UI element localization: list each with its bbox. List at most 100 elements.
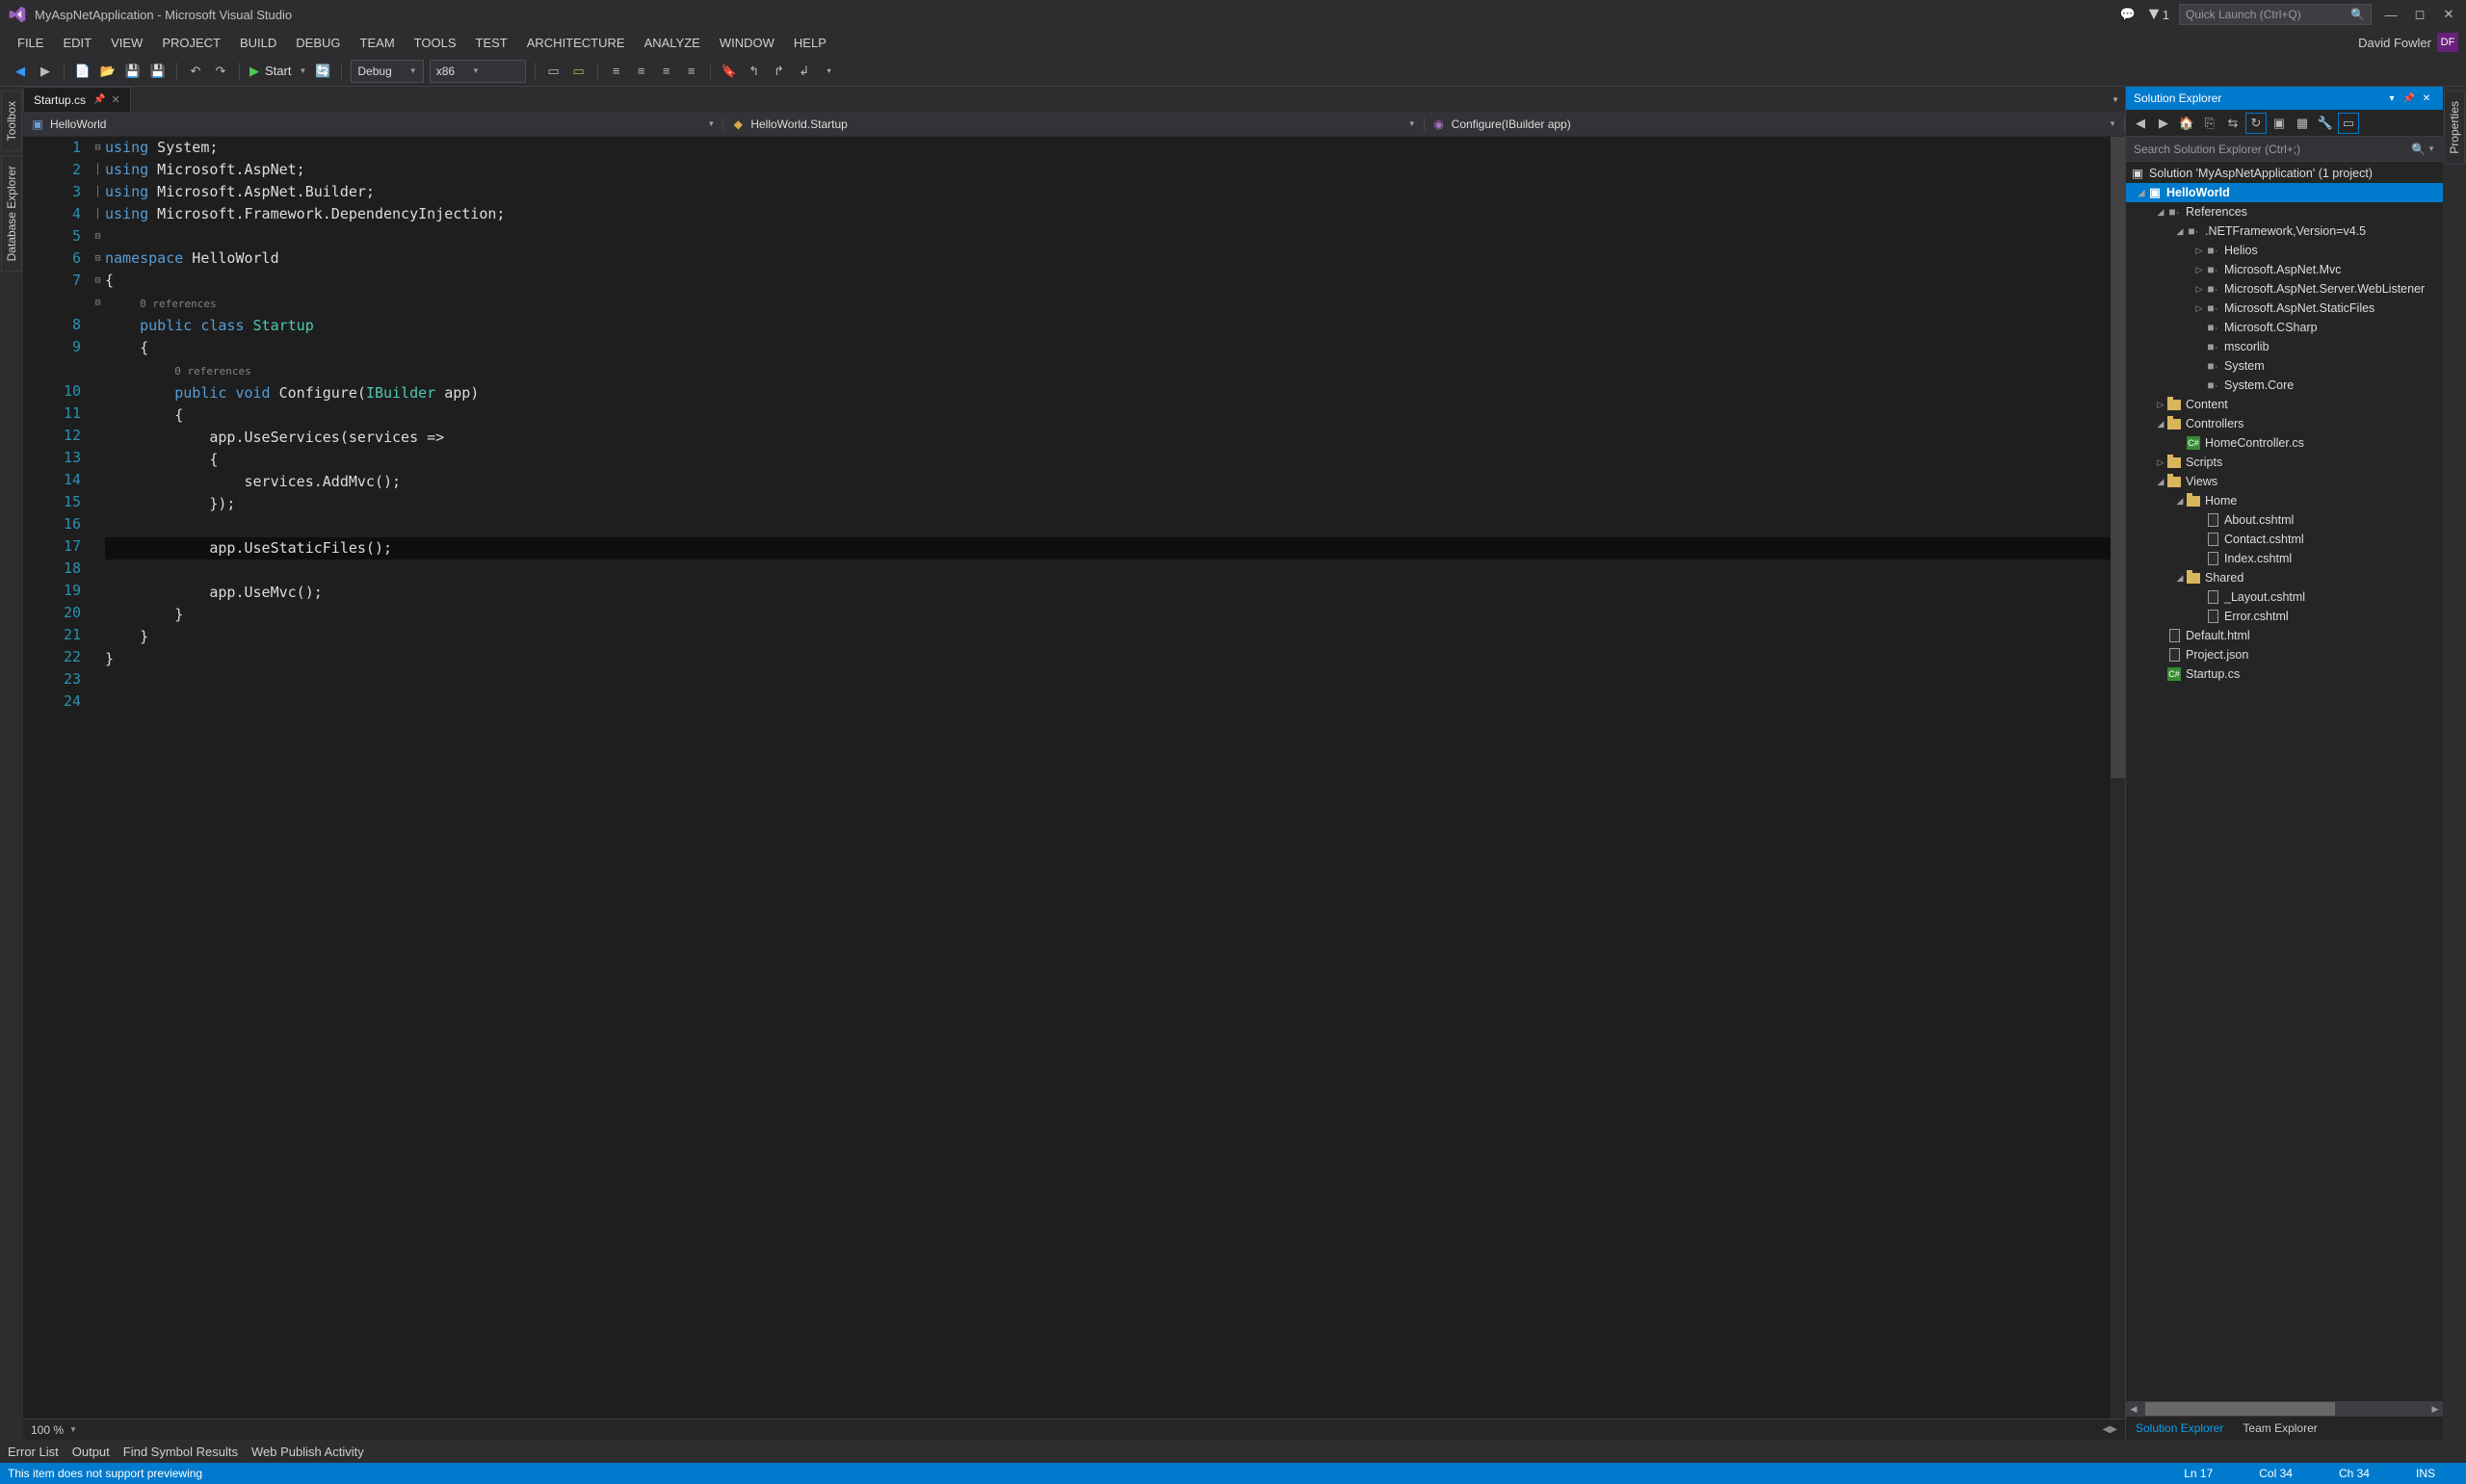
menu-file[interactable]: FILE — [8, 36, 53, 50]
tree-file-default[interactable]: Default.html — [2126, 626, 2443, 645]
menu-edit[interactable]: EDIT — [53, 36, 101, 50]
tab-web-publish[interactable]: Web Publish Activity — [251, 1445, 364, 1459]
tree-solution[interactable]: ▣Solution 'MyAspNetApplication' (1 proje… — [2126, 164, 2443, 183]
se-home-button[interactable]: 🏠 — [2176, 113, 2197, 134]
menu-project[interactable]: PROJECT — [152, 36, 230, 50]
tree-file[interactable]: Error.cshtml — [2126, 607, 2443, 626]
tree-file-startup[interactable]: C#Startup.cs — [2126, 664, 2443, 684]
tree-project[interactable]: ◢▣HelloWorld — [2126, 183, 2443, 202]
panel-menu-icon[interactable]: ▾ — [2383, 93, 2400, 104]
se-showall-button[interactable]: ▦ — [2292, 113, 2313, 134]
close-button[interactable]: ✕ — [2439, 5, 2458, 24]
pin-icon[interactable]: 📌 — [93, 94, 105, 105]
tab-team-explorer[interactable]: Team Explorer — [2233, 1417, 2326, 1440]
menu-analyze[interactable]: ANALYZE — [635, 36, 710, 50]
close-tab-icon[interactable]: ✕ — [111, 93, 119, 106]
se-properties-button[interactable]: 🔧 — [2315, 113, 2336, 134]
code-content[interactable]: using System; using Microsoft.AspNet; us… — [105, 137, 2125, 1419]
editor-vscroll[interactable] — [2111, 137, 2125, 1419]
tree-file-projectjson[interactable]: Project.json — [2126, 645, 2443, 664]
browser-link-button[interactable]: 🔄 — [312, 61, 333, 82]
config-dropdown[interactable]: Debug▼ — [351, 60, 423, 83]
tree-ref-item[interactable]: ■·mscorlib — [2126, 337, 2443, 356]
tb-indent-1[interactable]: ≡ — [606, 61, 627, 82]
tree-ref-item[interactable]: ■·System — [2126, 356, 2443, 376]
properties-tab[interactable]: Properties — [2444, 91, 2465, 165]
tree-folder-shared[interactable]: ◢Shared — [2126, 568, 2443, 587]
tb-bm-clear[interactable]: ↲ — [794, 61, 815, 82]
menu-architecture[interactable]: ARCHITECTURE — [517, 36, 635, 50]
tree-folder-views[interactable]: ◢Views — [2126, 472, 2443, 491]
solution-tree[interactable]: ▣Solution 'MyAspNetApplication' (1 proje… — [2126, 162, 2443, 1401]
breadcrumb-class[interactable]: ◆ HelloWorld.Startup▼ — [723, 117, 1424, 131]
tree-folder-home[interactable]: ◢Home — [2126, 491, 2443, 510]
platform-dropdown[interactable]: x86▼ — [430, 60, 526, 83]
tree-ref-item[interactable]: ■·System.Core — [2126, 376, 2443, 395]
tree-references[interactable]: ◢■·References — [2126, 202, 2443, 221]
nav-fwd-button[interactable]: ▶ — [35, 61, 56, 82]
tab-output[interactable]: Output — [72, 1445, 110, 1459]
open-button[interactable]: 📂 — [97, 61, 118, 82]
zoom-level[interactable]: 100 % — [31, 1423, 64, 1437]
se-preview-button[interactable]: ▭ — [2338, 113, 2359, 134]
hscroll-left-icon[interactable]: ◀ — [2103, 1424, 2111, 1435]
toolbox-tab[interactable]: Toolbox — [1, 91, 22, 151]
tree-folder-scripts[interactable]: ▷Scripts — [2126, 453, 2443, 472]
menu-window[interactable]: WINDOW — [710, 36, 784, 50]
tb-misc-2[interactable]: ▭ — [568, 61, 590, 82]
breadcrumb-project[interactable]: ▣ HelloWorld▼ — [23, 117, 723, 131]
tab-solution-explorer[interactable]: Solution Explorer — [2126, 1417, 2233, 1440]
panel-pin-icon[interactable]: 📌 — [2400, 93, 2418, 104]
save-button[interactable]: 💾 — [122, 61, 144, 82]
tb-indent-2[interactable]: ≡ — [631, 61, 652, 82]
solution-explorer-hscroll[interactable]: ◀▶ — [2126, 1401, 2443, 1417]
panel-close-icon[interactable]: ✕ — [2418, 93, 2435, 104]
fold-gutter[interactable]: ⊟│││⊟ ⊟ ⊟⊟ — [91, 137, 105, 1419]
user-name[interactable]: David Fowler — [2358, 36, 2431, 50]
save-all-button[interactable]: 💾 — [147, 61, 169, 82]
zoom-caret-icon[interactable]: ▼ — [69, 1425, 77, 1434]
minimize-button[interactable]: — — [2381, 5, 2400, 24]
tree-file[interactable]: Contact.cshtml — [2126, 530, 2443, 549]
tree-folder-content[interactable]: ▷Content — [2126, 395, 2443, 414]
menu-test[interactable]: TEST — [466, 36, 517, 50]
start-debug-button[interactable]: ▶ Start ▼ — [249, 64, 306, 79]
tb-bm-prev[interactable]: ↰ — [744, 61, 765, 82]
tab-error-list[interactable]: Error List — [8, 1445, 59, 1459]
new-project-button[interactable]: 📄 — [72, 61, 93, 82]
tree-file[interactable]: _Layout.cshtml — [2126, 587, 2443, 607]
tree-file[interactable]: Index.cshtml — [2126, 549, 2443, 568]
tree-ref-item[interactable]: ▷■·Microsoft.AspNet.Mvc — [2126, 260, 2443, 279]
notifications-button[interactable]: 1 — [2147, 8, 2169, 22]
quick-launch-input[interactable]: Quick Launch (Ctrl+Q) 🔍 — [2179, 4, 2372, 25]
se-scoped-button[interactable]: ⎘ — [2199, 113, 2220, 134]
tree-framework[interactable]: ◢■·.NETFramework,Version=v4.5 — [2126, 221, 2443, 241]
breadcrumb-method[interactable]: ◉ Configure(IBuilder app)▼ — [1425, 117, 2125, 131]
menu-team[interactable]: TEAM — [351, 36, 405, 50]
tree-file[interactable]: About.cshtml — [2126, 510, 2443, 530]
se-collapse-button[interactable]: ▣ — [2269, 113, 2290, 134]
nav-back-button[interactable]: ◀ — [10, 61, 31, 82]
tb-indent-3[interactable]: ≡ — [656, 61, 677, 82]
toolbar-overflow[interactable]: ▾ — [819, 61, 840, 82]
tb-bm-next[interactable]: ↱ — [769, 61, 790, 82]
tab-find-symbol[interactable]: Find Symbol Results — [123, 1445, 238, 1459]
tree-folder-controllers[interactable]: ◢Controllers — [2126, 414, 2443, 433]
feedback-icon[interactable]: 💬 — [2118, 5, 2138, 24]
tree-ref-item[interactable]: ▷■·Microsoft.AspNet.StaticFiles — [2126, 299, 2443, 318]
menu-build[interactable]: BUILD — [230, 36, 286, 50]
se-refresh-button[interactable]: ↻ — [2245, 113, 2267, 134]
tree-ref-item[interactable]: ■·Microsoft.CSharp — [2126, 318, 2443, 337]
user-badge[interactable]: DF — [2437, 33, 2458, 52]
tree-ref-item[interactable]: ▷■·Microsoft.AspNet.Server.WebListener — [2126, 279, 2443, 299]
tab-overflow[interactable]: ▼ — [2112, 95, 2119, 104]
tb-comment[interactable]: ≡ — [681, 61, 702, 82]
tree-file-homecontroller[interactable]: C#HomeController.cs — [2126, 433, 2443, 453]
menu-debug[interactable]: DEBUG — [286, 36, 350, 50]
solution-explorer-search[interactable]: Search Solution Explorer (Ctrl+;) 🔍▼ — [2126, 137, 2443, 162]
menu-tools[interactable]: TOOLS — [405, 36, 466, 50]
maximize-button[interactable]: ◻ — [2410, 5, 2429, 24]
database-explorer-tab[interactable]: Database Explorer — [1, 155, 22, 272]
hscroll-right-icon[interactable]: ▶ — [2110, 1424, 2117, 1435]
se-fwd-button[interactable]: ▶ — [2153, 113, 2174, 134]
